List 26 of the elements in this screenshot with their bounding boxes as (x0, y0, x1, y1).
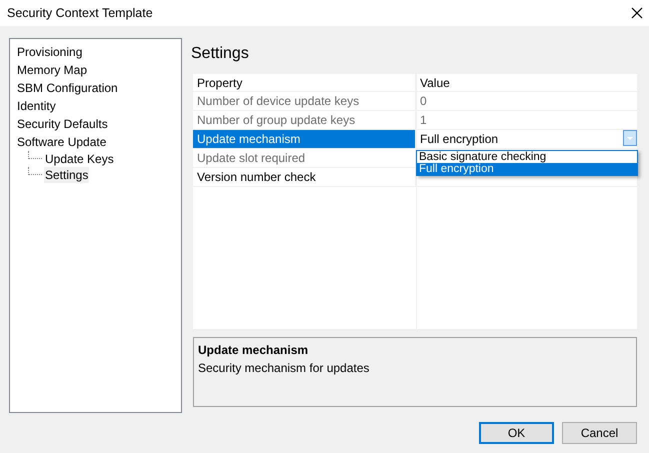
value-cell-text: 0 (420, 93, 427, 110)
tree-item[interactable]: Identity (16, 98, 57, 114)
ok-button[interactable]: OK (479, 422, 554, 444)
tree-item[interactable]: Update Keys (44, 151, 115, 167)
dropdown-button[interactable] (623, 130, 637, 146)
tree-item[interactable]: Software Update (16, 134, 108, 150)
dropdown-option[interactable]: Full encryption (417, 163, 637, 175)
description-text: Security mechanism for updates (198, 360, 370, 377)
cancel-button[interactable]: Cancel (562, 422, 637, 444)
tree-item[interactable]: SBM Configuration (16, 80, 119, 96)
tree-item[interactable]: Security Defaults (16, 116, 109, 132)
tree-item[interactable]: Provisioning (16, 44, 84, 60)
close-icon[interactable] (631, 7, 643, 19)
section-heading: Settings (191, 45, 249, 62)
tree-item[interactable]: Memory Map (16, 62, 88, 78)
value-cell-text: 1 (420, 112, 427, 129)
tree-item[interactable]: Settings (44, 167, 90, 183)
property-cell[interactable]: Version number check (193, 168, 416, 186)
window-title: Security Context Template (7, 4, 153, 22)
property-cell[interactable]: Update mechanism (193, 130, 416, 148)
column-header: Property (197, 76, 242, 90)
combo-value[interactable]: Full encryption (420, 130, 498, 148)
column-header: Value (420, 75, 450, 91)
dropdown-option[interactable]: Basic signature checking (417, 151, 637, 163)
caret-icon (627, 136, 633, 140)
description-title: Update mechanism (198, 342, 310, 359)
